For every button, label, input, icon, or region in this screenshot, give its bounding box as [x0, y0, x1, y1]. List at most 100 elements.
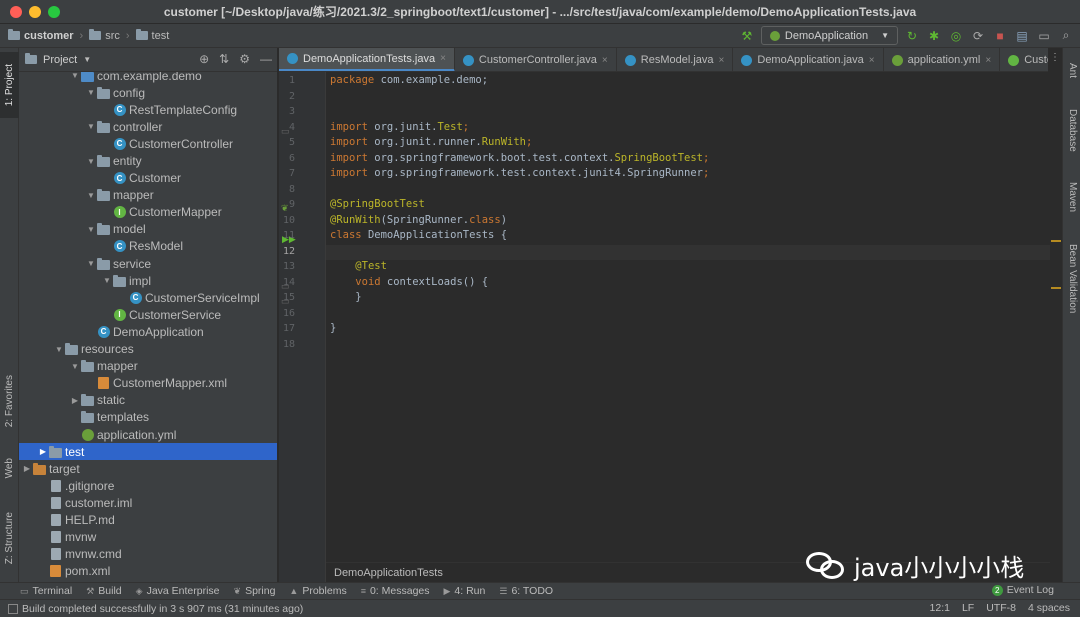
tree-item[interactable]: mvnw.cmd	[19, 546, 277, 563]
stop-icon[interactable]: ■	[992, 28, 1008, 44]
search-icon[interactable]: ⌕	[1058, 28, 1074, 44]
close-tab-icon[interactable]: ×	[602, 55, 608, 66]
project-structure-icon[interactable]: ▤	[1014, 28, 1030, 44]
tool-window-button-0-messages[interactable]: ≡ 0: Messages	[361, 585, 430, 597]
close-tab-icon[interactable]: ×	[440, 53, 446, 64]
tab-web-tool[interactable]: Web	[0, 448, 19, 488]
editor-scrollbar[interactable]	[1050, 72, 1062, 562]
warning-stripe[interactable]	[1051, 240, 1061, 242]
profile-icon[interactable]: ⟳	[970, 28, 986, 44]
line-number[interactable]: 14	[283, 277, 295, 288]
tab-database-tool[interactable]: Database	[1063, 98, 1080, 162]
line-number[interactable]: 16	[283, 308, 295, 319]
tab-maven-tool[interactable]: Maven	[1063, 172, 1080, 222]
tree-item[interactable]: ▼ impl	[19, 272, 277, 289]
breadcrumb-src[interactable]: src	[89, 29, 120, 42]
tree-item[interactable]: CustomerMapper.xml	[19, 375, 277, 392]
tree-item[interactable]: mvnw	[19, 529, 277, 546]
line-number[interactable]: 9	[289, 199, 295, 210]
zoom-window-button[interactable]	[48, 6, 60, 18]
code-line[interactable]: import org.springframework.boot.test.con…	[330, 152, 709, 164]
tree-item[interactable]: ▼ controller	[19, 118, 277, 135]
close-window-button[interactable]	[10, 6, 22, 18]
tree-item[interactable]: C RestTemplateConfig	[19, 101, 277, 118]
coverage-icon[interactable]: ◎	[948, 28, 964, 44]
line-number[interactable]: 5	[289, 137, 295, 148]
warning-stripe[interactable]	[1051, 287, 1061, 289]
close-tab-icon[interactable]: ×	[985, 55, 991, 66]
editor-tab[interactable]: application.yml ×	[884, 48, 1001, 71]
spring-bean-icon[interactable]: ❦	[281, 203, 289, 214]
code-line[interactable]: @Test	[330, 260, 387, 272]
project-view-select[interactable]: Project	[43, 54, 77, 66]
rerun-icon[interactable]: ↻	[904, 28, 920, 44]
tree-item[interactable]: templates	[19, 409, 277, 426]
line-separator[interactable]: LF	[962, 602, 974, 614]
locate-icon[interactable]: ⊕	[199, 52, 209, 66]
tree-item[interactable]: ▼ mapper	[19, 358, 277, 375]
code-line[interactable]: @RunWith(SpringRunner.class)	[330, 214, 507, 226]
expanded-arrow-icon[interactable]: ▼	[53, 345, 65, 354]
tool-window-button-6-todo[interactable]: ☰ 6: TODO	[499, 585, 553, 597]
expanded-arrow-icon[interactable]: ▼	[69, 362, 81, 371]
editor-tab[interactable]: DemoApplication.java ×	[733, 48, 884, 71]
file-encoding[interactable]: UTF-8	[986, 602, 1016, 614]
more-tabs-icon[interactable]: ⋮	[1050, 52, 1060, 63]
line-number[interactable]: 10	[283, 215, 295, 226]
line-number[interactable]: 15	[283, 292, 295, 303]
tree-item[interactable]: ▼ service	[19, 255, 277, 272]
tree-item[interactable]: ▶ target	[19, 460, 277, 477]
build-hammer-icon[interactable]: ⚒	[739, 28, 755, 44]
indent-setting[interactable]: 4 spaces	[1028, 602, 1070, 614]
minimize-window-button[interactable]	[29, 6, 41, 18]
line-number[interactable]: 2	[289, 91, 295, 102]
tree-item[interactable]: I CustomerService	[19, 306, 277, 323]
collapsed-arrow-icon[interactable]: ▶	[21, 464, 33, 473]
tree-item[interactable]: C DemoApplication	[19, 323, 277, 340]
line-number[interactable]: 18	[283, 339, 295, 350]
expanded-arrow-icon[interactable]: ▼	[85, 88, 97, 97]
tree-item[interactable]: I CustomerMapper	[19, 204, 277, 221]
tree-item[interactable]: customer.iml	[19, 494, 277, 511]
status-message[interactable]: Build completed successfully in 3 s 907 …	[22, 603, 303, 615]
line-number[interactable]: 13	[283, 261, 295, 272]
tool-windows-toggle-icon[interactable]	[8, 603, 18, 614]
tree-item[interactable]: ▼ config	[19, 84, 277, 101]
line-number[interactable]: 6	[289, 153, 295, 164]
tree-item[interactable]: ▶ test	[19, 443, 277, 461]
code-line[interactable]: void contextLoads() {	[330, 276, 488, 288]
tree-item[interactable]: C CustomerServiceImpl	[19, 289, 277, 306]
collapse-all-icon[interactable]: ⇅	[219, 52, 229, 66]
code-editor[interactable]: package com.example.demo; import org.juni…	[326, 72, 1050, 562]
tool-window-button-java-enterprise[interactable]: ◈ Java Enterprise	[136, 585, 220, 597]
code-line[interactable]: package com.example.demo;	[330, 74, 488, 86]
code-line[interactable]: import org.springframework.test.context.…	[330, 167, 709, 179]
tab-structure-tool[interactable]: Z: Structure	[0, 502, 19, 574]
gear-icon[interactable]: ⚙	[239, 52, 250, 66]
expanded-arrow-icon[interactable]: ▼	[85, 191, 97, 200]
tree-item[interactable]: C ResModel	[19, 238, 277, 255]
layout-icon[interactable]: ▭	[1036, 28, 1052, 44]
editor-tab[interactable]: CustomerController.java ×	[455, 48, 617, 71]
tool-window-button-build[interactable]: ⚒ Build	[86, 585, 121, 597]
breadcrumb-test[interactable]: test	[135, 29, 169, 42]
run-configuration-select[interactable]: DemoApplication ▼	[760, 26, 898, 45]
line-number[interactable]: 1	[289, 75, 295, 86]
chevron-down-icon[interactable]: ▼	[83, 55, 91, 64]
expanded-arrow-icon[interactable]: ▼	[85, 157, 97, 166]
breadcrumb-class[interactable]: DemoApplicationTests	[334, 567, 443, 579]
line-number[interactable]: 12	[283, 246, 295, 257]
expanded-arrow-icon[interactable]: ▼	[85, 259, 97, 268]
tree-item[interactable]: pom.xml	[19, 563, 277, 580]
code-line[interactable]: }	[330, 322, 336, 334]
code-line[interactable]: @SpringBootTest	[330, 198, 425, 210]
editor-tab[interactable]: DemoApplicationTests.java ×	[279, 48, 455, 71]
tab-favorites-tool[interactable]: 2: Favorites	[0, 366, 19, 436]
close-tab-icon[interactable]: ×	[719, 55, 725, 66]
expanded-arrow-icon[interactable]: ▼	[85, 122, 97, 131]
tab-project-tool[interactable]: 1: Project	[0, 52, 19, 118]
editor-tab[interactable]: CustomerM×	[1000, 48, 1048, 71]
tree-item[interactable]: ▼ model	[19, 221, 277, 238]
code-line[interactable]: class DemoApplicationTests {	[330, 229, 507, 241]
code-line[interactable]: import org.junit.runner.RunWith;	[330, 136, 532, 148]
